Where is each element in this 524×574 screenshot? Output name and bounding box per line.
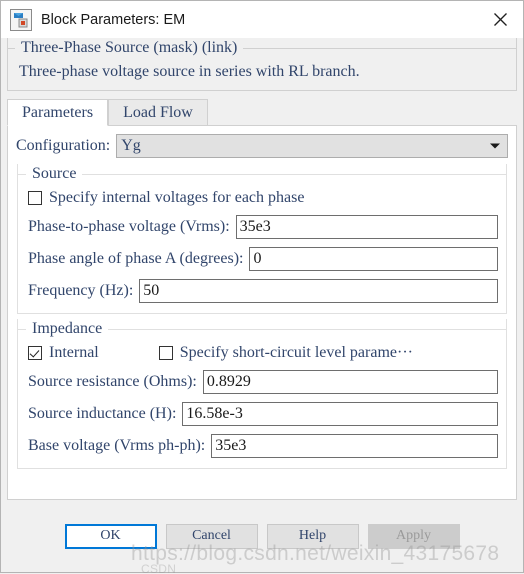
base-voltage-label: Base voltage (Vrms ph-ph): [28,436,206,454]
configuration-row: Configuration: Yg [16,132,508,159]
group-border-left [18,173,26,175]
group-border-left [8,47,15,49]
impedance-checkbox-row: Internal Specify short-circuit level par… [18,339,506,363]
configuration-value: Yg [121,136,141,154]
source-inductance-input[interactable] [182,401,498,426]
tab-load-flow[interactable]: Load Flow [108,99,208,125]
specify-internal-voltages-row[interactable]: Specify internal voltages for each phase [18,184,506,208]
phase-to-phase-voltage-label: Phase-to-phase voltage (Vrms): [28,217,230,235]
source-inductance-label: Source inductance (H): [28,404,177,422]
frequency-label: Frequency (Hz): [28,281,134,299]
close-icon[interactable] [478,1,523,38]
source-group-header: Source [18,164,506,184]
tab-strip: Parameters Load Flow [7,98,517,126]
cancel-button[interactable]: Cancel [165,523,258,549]
description-group: Three-Phase Source (mask) (link) Three-p… [7,38,517,91]
group-border-right [243,47,516,49]
impedance-group-header: Impedance [18,319,506,339]
window-title: Block Parameters: EM [41,11,186,28]
configuration-dropdown[interactable]: Yg [116,133,508,158]
chevron-down-icon [490,143,500,148]
description-heading: Three-Phase Source (mask) (link) [21,39,238,56]
configuration-label: Configuration: [16,136,111,154]
internal-label: Internal [49,344,99,361]
frequency-input[interactable] [139,278,498,303]
source-group-title: Source [32,165,77,182]
source-resistance-input[interactable] [202,369,498,394]
description-body: Three-phase voltage source in series wit… [19,63,360,80]
phase-angle-label: Phase angle of phase A (degrees): [28,249,244,267]
impedance-group-title: Impedance [32,320,103,337]
specify-short-circuit-label: Specify short-circuit level parame··· [179,344,413,361]
specify-internal-voltages-checkbox[interactable] [28,191,42,205]
base-voltage-input[interactable] [211,433,498,458]
title-bar: Block Parameters: EM [1,1,523,38]
internal-checkbox[interactable] [28,346,42,360]
group-border-right [108,328,506,330]
frequency-row: Frequency (Hz): [18,272,506,304]
group-border-left [18,328,26,330]
dialog-button-bar: OK Cancel Help Apply [1,500,523,572]
specify-short-circuit-checkbox[interactable] [158,346,173,360]
apply-button: Apply [367,523,460,549]
source-inductance-row: Source inductance (H): [18,395,506,427]
help-button[interactable]: Help [266,523,359,549]
description-heading-row: Three-Phase Source (mask) (link) [8,37,516,59]
phase-to-phase-voltage-input[interactable] [235,214,498,239]
simulink-block-icon [10,8,32,31]
tab-parameters[interactable]: Parameters [7,99,109,126]
ok-button[interactable]: OK [64,523,157,549]
impedance-group: Impedance Internal Specify short-circuit… [17,319,507,469]
phase-to-phase-voltage-row: Phase-to-phase voltage (Vrms): [18,208,506,240]
source-resistance-row: Source resistance (Ohms): [18,363,506,395]
source-resistance-label: Source resistance (Ohms): [28,372,197,390]
base-voltage-row: Base voltage (Vrms ph-ph): [18,427,506,459]
specify-internal-voltages-label: Specify internal voltages for each phase [49,189,305,206]
phase-angle-row: Phase angle of phase A (degrees): [18,240,506,272]
source-group: Source Specify internal voltages for eac… [17,164,507,314]
phase-angle-input[interactable] [249,246,498,271]
block-parameters-dialog: Block Parameters: EM Three-Phase Source … [0,0,524,574]
parameters-panel: Configuration: Yg Source Specify interna… [7,125,517,500]
group-border-right [82,173,506,175]
